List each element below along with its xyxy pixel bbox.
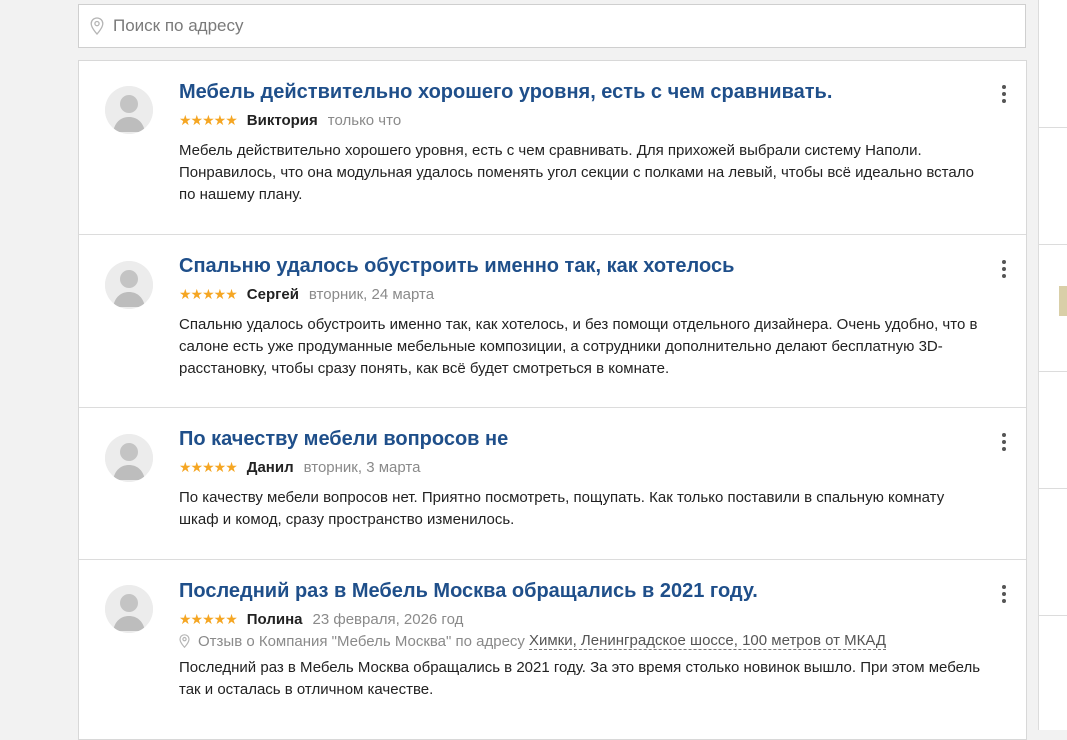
review-address: Отзыв о Компания "Мебель Москва" по адре… <box>179 631 986 651</box>
review-author: Виктория <box>246 111 318 129</box>
review-time: вторник, 3 марта <box>303 458 421 476</box>
review-title[interactable]: Спальню удалось обустроить именно так, к… <box>179 254 986 278</box>
review-item: Мебель действительно хорошего уровня, ес… <box>79 61 1026 235</box>
more-options-icon[interactable] <box>1000 85 1008 103</box>
reviews-list: Мебель действительно хорошего уровня, ес… <box>78 60 1027 740</box>
review-item: Последний раз в Мебель Москва обращались… <box>79 560 1026 739</box>
review-time: 23 февраля, 2026 год <box>312 610 464 628</box>
avatar <box>105 585 153 633</box>
review-text: Мебель действительно хорошего уровня, ес… <box>179 142 974 203</box>
rating-stars: ★★★★★ <box>179 610 238 627</box>
review-text: По качеству мебели вопросов нет. Приятно… <box>179 489 945 528</box>
rating-stars: ★★★★★ <box>179 285 238 302</box>
more-options-icon[interactable] <box>1000 260 1008 278</box>
review-text: Последний раз в Мебель Москва обращались… <box>179 659 981 698</box>
review-text: Спальню удалось обустроить именно так, к… <box>179 316 978 377</box>
address-search-input[interactable] <box>111 15 1025 37</box>
review-author: Полина <box>246 610 303 628</box>
review-title[interactable]: Мебель действительно хорошего уровня, ес… <box>179 80 986 104</box>
location-pin-icon <box>87 16 107 36</box>
address-prefix: Отзыв о Компания "Мебель Москва" по адре… <box>198 632 525 650</box>
address-search-bar[interactable] <box>78 4 1026 48</box>
avatar <box>105 434 153 482</box>
rating-stars: ★★★★★ <box>179 458 238 475</box>
review-author: Сергей <box>246 285 299 303</box>
right-sidebar <box>1038 0 1067 730</box>
rating-stars: ★★★★★ <box>179 111 238 128</box>
avatar <box>105 261 153 309</box>
review-time: вторник, 24 марта <box>308 285 435 303</box>
more-options-icon[interactable] <box>1000 433 1008 451</box>
review-item: Спальню удалось обустроить именно так, к… <box>79 235 1026 408</box>
review-title[interactable]: По качеству мебели вопросов не <box>179 427 986 451</box>
location-pin-icon <box>179 634 190 648</box>
review-item: По качеству мебели вопросов не ★★★★★ Дан… <box>79 408 1026 560</box>
sidebar-thumbnail[interactable] <box>1059 286 1067 316</box>
avatar <box>105 86 153 134</box>
address-link[interactable]: Химки, Ленинградское шоссе, 100 метров о… <box>528 632 887 650</box>
review-title[interactable]: Последний раз в Мебель Москва обращались… <box>179 579 986 603</box>
review-time: только что <box>327 111 402 129</box>
review-author: Данил <box>246 458 294 476</box>
more-options-icon[interactable] <box>1000 585 1008 603</box>
